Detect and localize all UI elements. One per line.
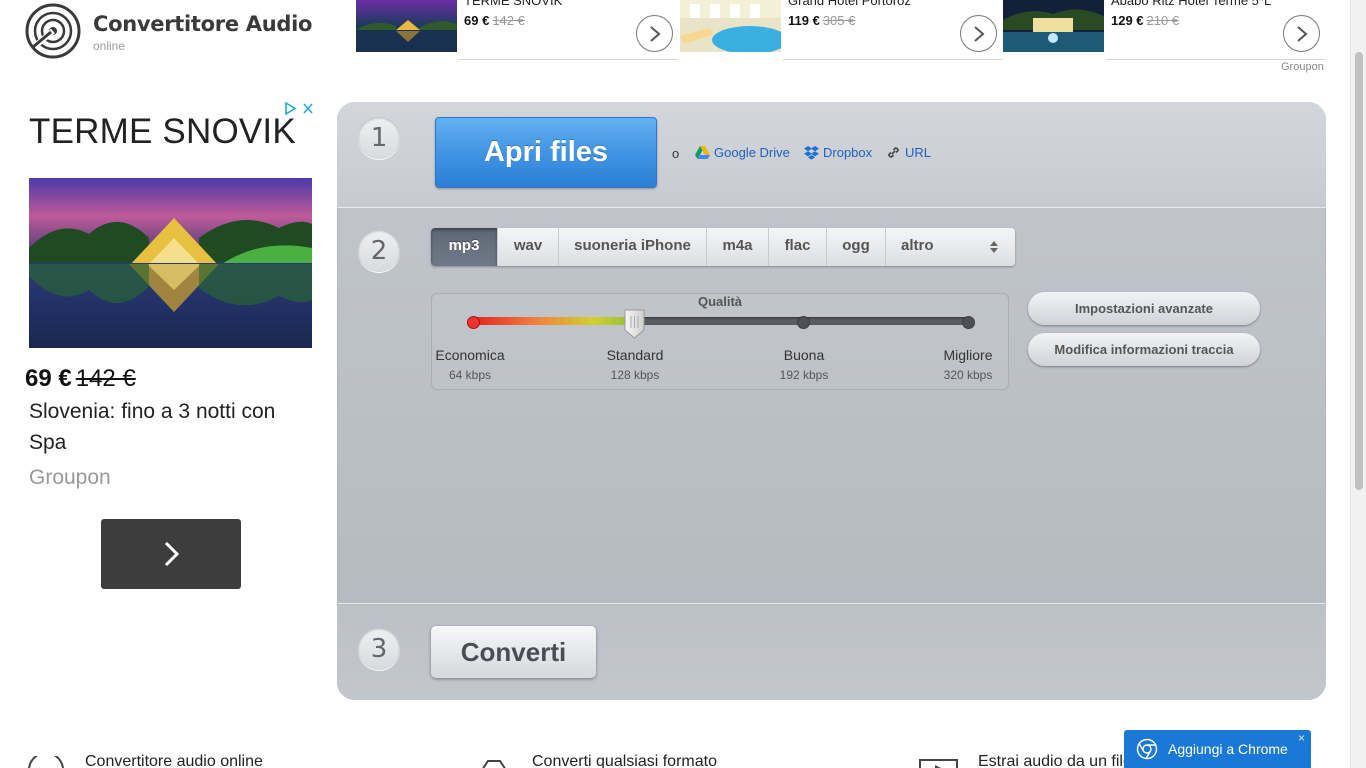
format-more-label: altro	[901, 237, 934, 254]
url-link[interactable]: URL	[886, 145, 931, 160]
format-tabs: mp3 wav suoneria iPhone m4a flac ogg alt…	[431, 228, 1015, 266]
step-convert: 3 Converti	[337, 605, 1326, 700]
or-label: o	[672, 146, 680, 161]
converter-panel: 1 Apri files o Google Drive Dropbox URL …	[337, 102, 1326, 700]
step-number: 2	[358, 230, 400, 272]
top-ad-title[interactable]: Ababo Ritz Hotel Terme 5*L	[1111, 0, 1271, 8]
step-open-files: 1 Apri files o Google Drive Dropbox URL	[337, 102, 1326, 208]
dropbox-link[interactable]: Dropbox	[804, 145, 872, 160]
dropbox-label[interactable]: Dropbox	[823, 145, 872, 160]
top-ad-price: 119 €305 €	[788, 13, 856, 28]
disc-icon	[28, 756, 64, 768]
format-more-select[interactable]: altro	[886, 228, 1015, 266]
convert-button[interactable]: Converti	[431, 626, 596, 678]
format-tab-flac[interactable]: flac	[769, 228, 827, 266]
url-label[interactable]: URL	[905, 145, 931, 160]
format-tab-wav[interactable]: wav	[498, 228, 559, 266]
quality-rate-standard: 128 kbps	[610, 368, 660, 382]
format-tab-ogg[interactable]: ogg	[827, 228, 886, 266]
quality-stop-buona[interactable]	[797, 316, 810, 329]
scrollbar-thumb[interactable]	[1355, 52, 1363, 490]
dropbox-icon	[804, 145, 819, 160]
quality-title: Qualità	[697, 294, 743, 309]
quality-rate-migliore: 320 kbps	[943, 368, 993, 382]
top-ad-old-price: 305 €	[822, 13, 856, 28]
chevron-right-icon	[164, 541, 180, 567]
top-ad-next-button[interactable]	[1283, 15, 1320, 52]
app-logo-icon[interactable]	[24, 2, 82, 60]
side-ad-next-button[interactable]	[101, 519, 241, 589]
quality-label-economica[interactable]: Economica	[425, 347, 515, 363]
top-ads-source[interactable]: Groupon	[1281, 61, 1324, 73]
quality-stop-economica[interactable]	[467, 316, 480, 329]
add-to-chrome-label[interactable]: Aggiungi a Chrome	[1168, 741, 1288, 757]
top-ad-2[interactable]: Grand Hotel Portorož 119 €305 €	[680, 0, 1002, 60]
quality-selector: Qualità Economica Standard Buona Miglior…	[431, 293, 1009, 390]
step-number: 3	[358, 628, 400, 670]
quality-rate-buona: 192 kbps	[779, 368, 829, 382]
chevron-right-icon	[650, 26, 661, 42]
top-ad-image[interactable]	[680, 0, 781, 52]
top-ad-next-button[interactable]	[636, 15, 673, 52]
top-ad-image[interactable]	[1003, 0, 1104, 52]
format-tab-iphone-ringtone[interactable]: suoneria iPhone	[559, 228, 707, 266]
top-ad-title[interactable]: TERME SNOVIK	[464, 0, 624, 8]
side-ad-old-price: 142 €	[75, 365, 136, 392]
google-drive-label[interactable]: Google Drive	[714, 145, 790, 160]
quality-slider-handle[interactable]	[623, 309, 646, 339]
quality-label-standard[interactable]: Standard	[590, 347, 680, 363]
side-ad-title[interactable]: TERME SNOVIK	[29, 112, 296, 152]
app-title[interactable]: Convertitore Audio	[93, 12, 312, 36]
quality-label-buona[interactable]: Buona	[759, 347, 849, 363]
advanced-settings-button[interactable]: Impostazioni avanzate	[1028, 292, 1260, 325]
open-files-button[interactable]: Apri files	[435, 117, 657, 188]
quality-label-migliore[interactable]: Migliore	[923, 347, 1013, 363]
side-ad-image[interactable]	[29, 178, 312, 348]
close-icon[interactable]: ×	[1298, 731, 1305, 745]
step-format-quality: 2	[337, 208, 1326, 604]
quality-rate-economica: 64 kbps	[448, 368, 492, 382]
top-ad-title[interactable]: Grand Hotel Portorož	[788, 0, 948, 8]
file-convert-icon	[482, 760, 506, 768]
side-ad-brand[interactable]: Groupon	[29, 466, 111, 490]
top-ad-price: 69 €142 €	[464, 13, 525, 28]
top-ad-3[interactable]: Ababo Ritz Hotel Terme 5*L 129 €210 €	[1003, 0, 1325, 60]
format-tab-mp3[interactable]: mp3	[431, 228, 498, 266]
footer-feature-formats: Converti qualsiasi formato	[532, 753, 717, 768]
top-ad-next-button[interactable]	[960, 15, 997, 52]
quality-slider-fill	[470, 317, 634, 325]
top-ad-price: 129 €210 €	[1111, 13, 1180, 28]
side-ad-description[interactable]: Slovenia: fino a 3 notti con Spa	[29, 396, 309, 458]
app-subtitle: online	[93, 39, 126, 53]
step-number: 1	[358, 117, 400, 159]
top-ad-1[interactable]: TERME SNOVIK 69 €142 €	[356, 0, 678, 60]
footer-feature-online: Convertitore audio online	[85, 753, 263, 768]
side-ad-price: 69 €142 €	[25, 365, 136, 392]
video-icon	[919, 759, 958, 768]
quality-slider-track[interactable]	[470, 317, 968, 325]
select-arrows-icon	[990, 241, 998, 253]
top-ad-old-price: 210 €	[1146, 13, 1180, 28]
edit-track-info-button[interactable]: Modifica informazioni traccia	[1028, 333, 1260, 366]
add-to-chrome-button[interactable]: Aggiungi a Chrome ×	[1124, 730, 1311, 768]
format-tab-m4a[interactable]: m4a	[707, 228, 769, 266]
google-drive-icon	[695, 146, 710, 159]
page-scrollbar[interactable]	[1350, 0, 1366, 768]
chrome-icon	[1136, 738, 1158, 760]
quality-stop-migliore[interactable]	[962, 316, 975, 329]
chevron-right-icon	[974, 26, 985, 42]
top-ad-old-price: 142 €	[492, 13, 525, 28]
top-ad-image[interactable]	[356, 0, 457, 52]
google-drive-link[interactable]: Google Drive	[695, 145, 790, 160]
link-icon	[888, 147, 899, 158]
chevron-right-icon	[1297, 26, 1308, 42]
